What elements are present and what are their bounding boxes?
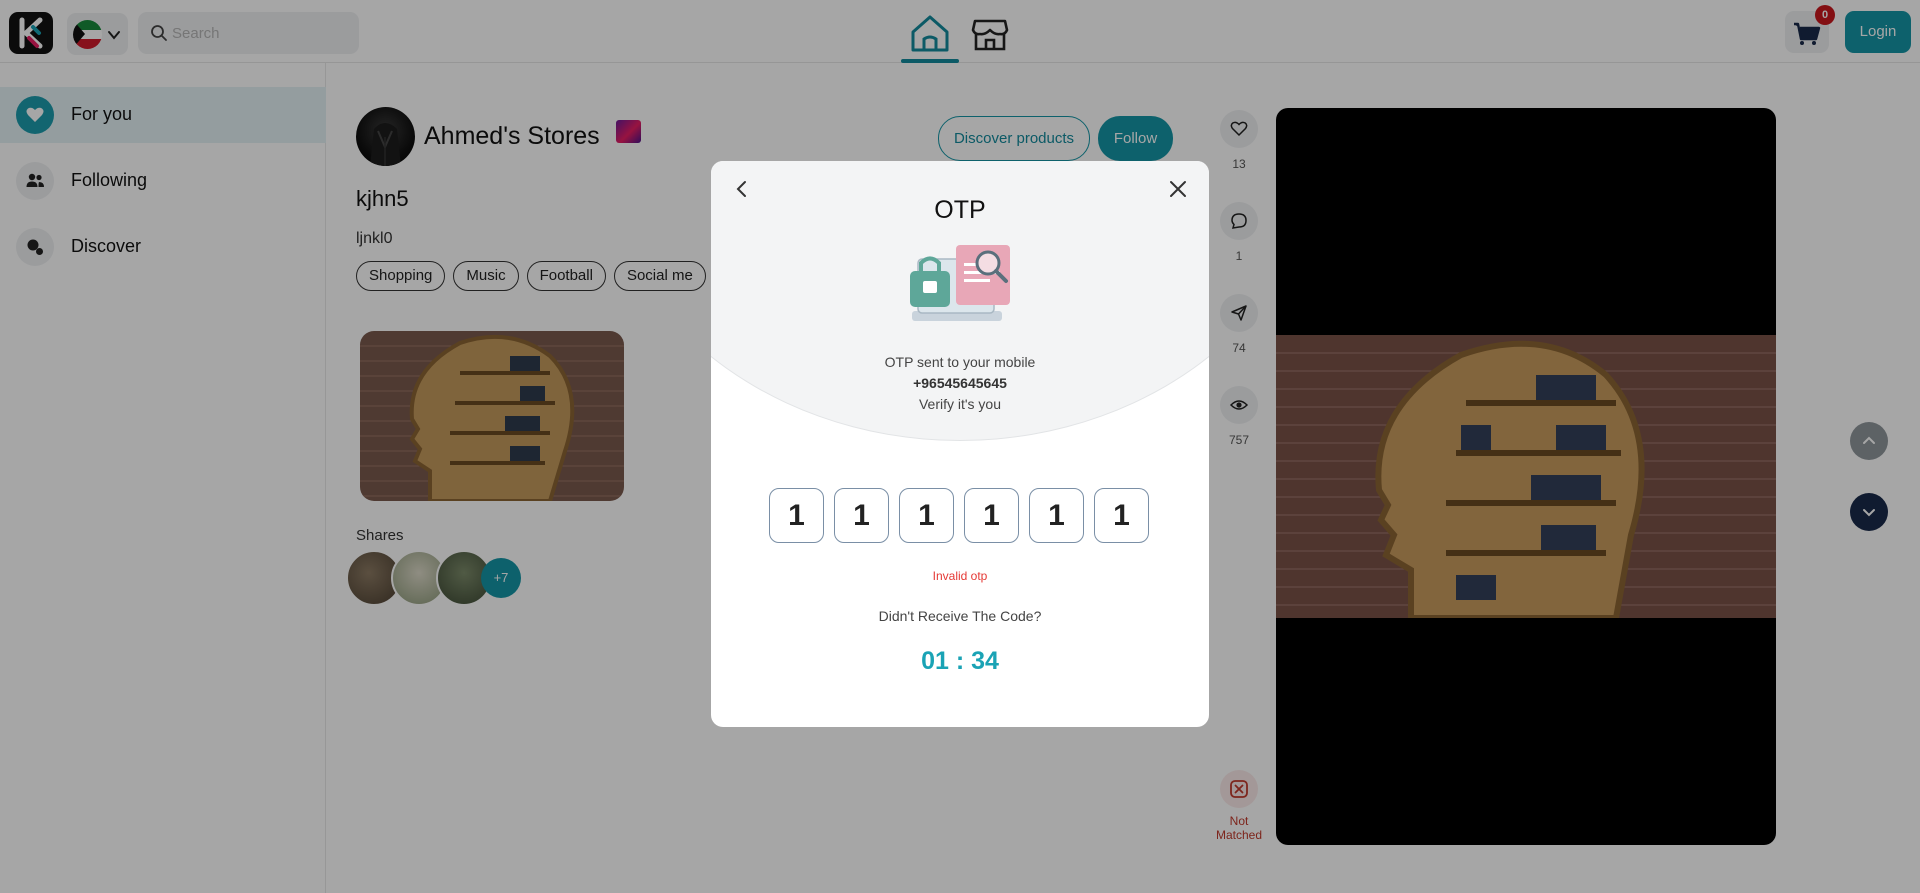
otp-digit-input[interactable] [899,488,954,543]
otp-digit-input[interactable] [1029,488,1084,543]
countdown-timer: 01 : 34 [921,647,999,675]
otp-digit-input[interactable] [964,488,1019,543]
modal-title: OTP [934,196,986,224]
otp-error-message: Invalid otp [932,569,988,583]
otp-digit-input[interactable] [769,488,824,543]
verify-text: Verify it's you [918,396,1002,412]
otp-digit-input[interactable] [1094,488,1149,543]
otp-modal: OTP OTP sent to your mobile +96545645645… [711,161,1209,727]
otp-message: OTP sent to your mobile +96545645645 Ver… [711,352,1209,415]
resend-code-text[interactable]: Didn't Receive The Code? [711,608,1209,624]
otp-sent-text: OTP sent to your mobile [884,354,1036,370]
otp-lock-illustration [910,245,1010,321]
phone-number: +96545645645 [913,375,1007,391]
otp-input-row [769,488,1151,543]
otp-digit-input[interactable] [834,488,889,543]
